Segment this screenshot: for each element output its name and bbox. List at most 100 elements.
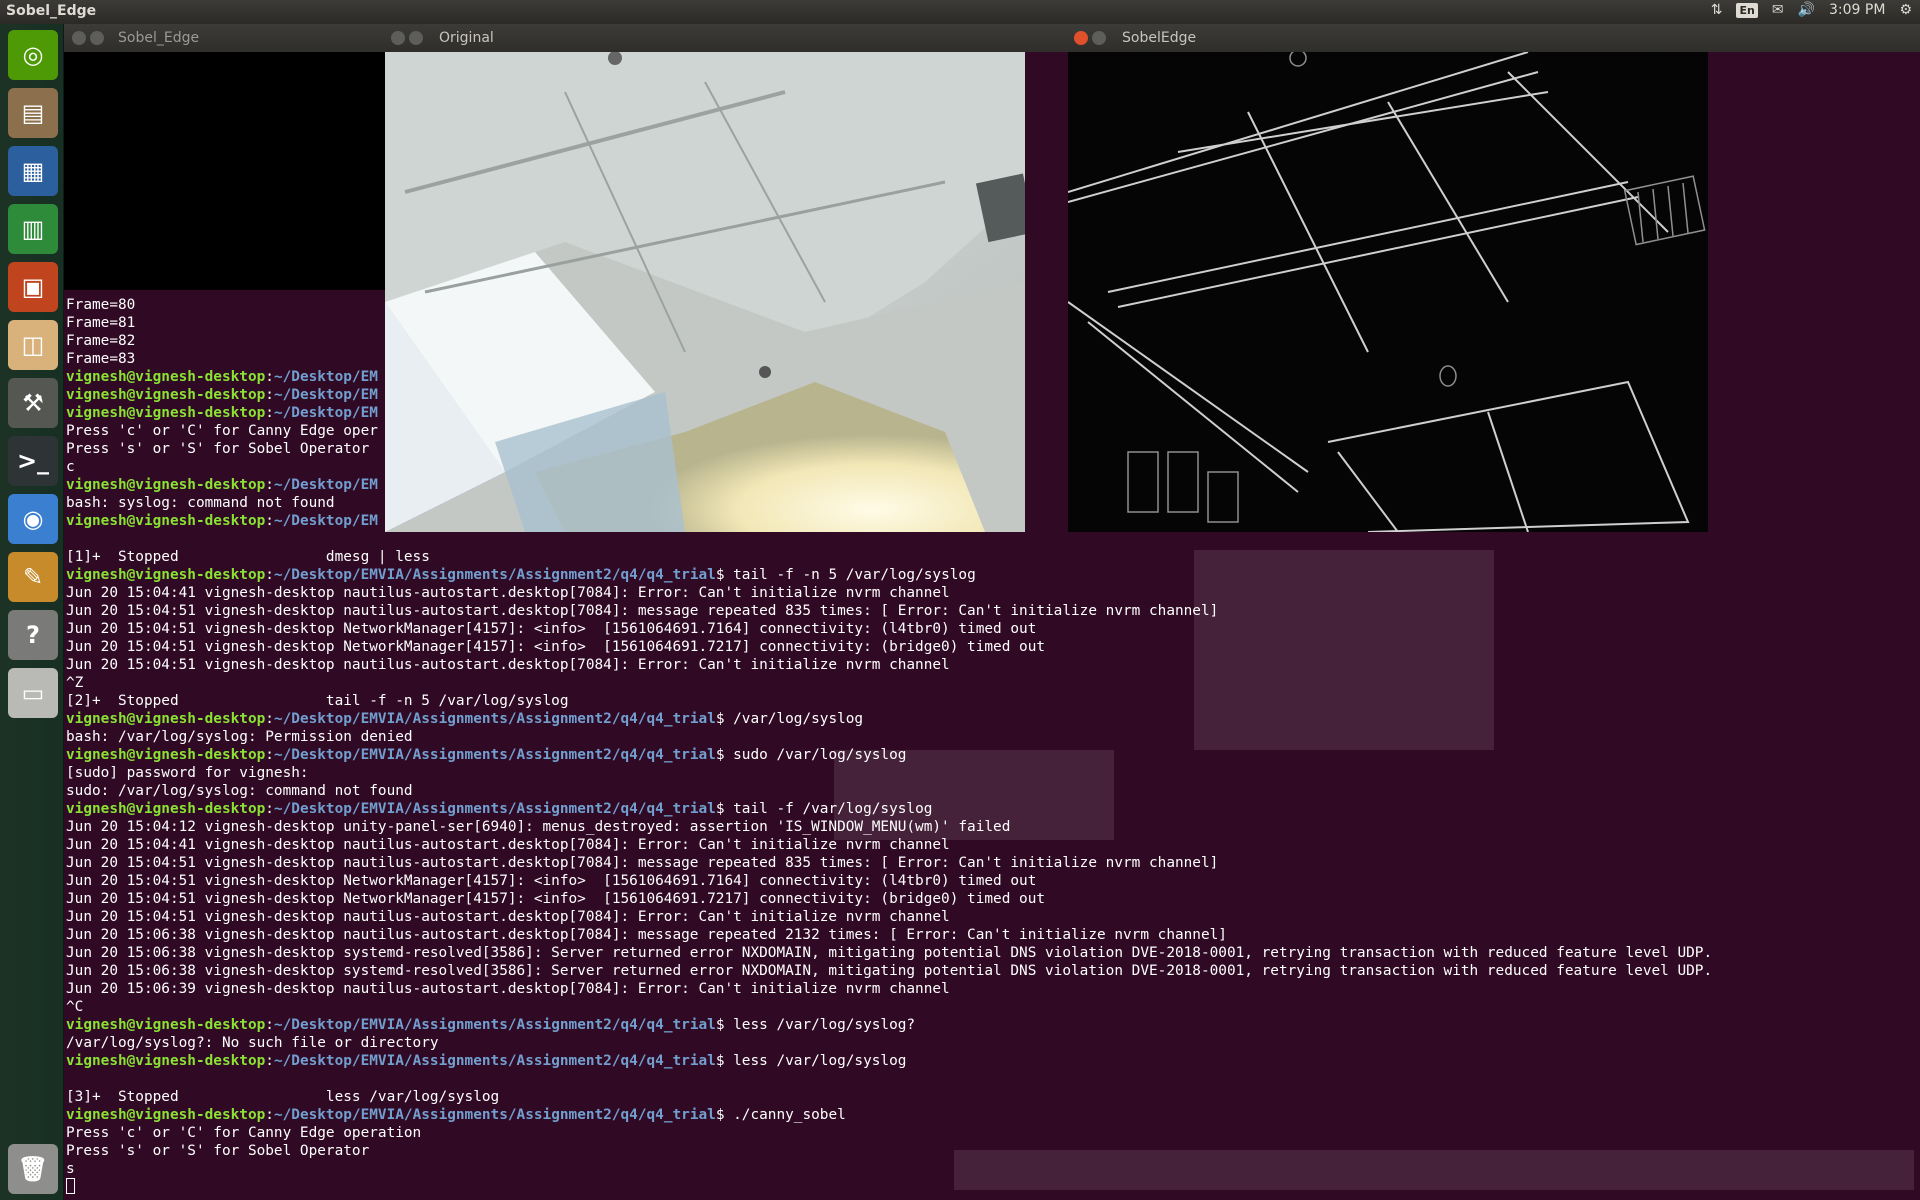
terminal-line-text: Jun 20 15:04:12 vignesh-desktop unity-pa… <box>66 819 1011 835</box>
terminal-line <box>66 1178 1712 1196</box>
close-icon[interactable] <box>1074 31 1088 45</box>
launcher-item-system-settings[interactable]: ⚒ <box>8 378 58 428</box>
terminal-line: bash: /var/log/syslog: Permission denied <box>66 728 1712 746</box>
terminal-line: Jun 20 15:06:38 vignesh-desktop systemd-… <box>66 962 1712 980</box>
terminal-line: sudo: /var/log/syslog: command not found <box>66 782 1712 800</box>
terminal-line: Jun 20 15:04:51 vignesh-desktop NetworkM… <box>66 620 1712 638</box>
launcher-item-terminal[interactable]: >_ <box>8 436 58 486</box>
terminal-line-text: Frame=82 <box>66 333 136 349</box>
clock[interactable]: 3:09 PM <box>1829 2 1885 18</box>
prompt-path: ~/Desktop/EMVIA/Assignments/Assignment2/… <box>273 711 716 727</box>
document-icon: ▦ <box>21 157 45 185</box>
terminal-line-text: Jun 20 15:04:51 vignesh-desktop NetworkM… <box>66 621 1037 637</box>
ubuntu-logo-icon: ◎ <box>22 41 44 69</box>
network-updown-icon[interactable]: ⇅ <box>1711 2 1723 18</box>
minimize-icon[interactable] <box>90 31 104 45</box>
launcher-item-help[interactable]: ? <box>8 610 58 660</box>
prompt-user: vignesh@vignesh-desktop <box>66 801 266 817</box>
launcher-item-ubuntu-dash[interactable]: ◎ <box>8 30 58 80</box>
terminal-line-text: bash: syslog: command not found <box>66 495 335 511</box>
close-icon[interactable] <box>391 31 405 45</box>
prompt-user: vignesh@vignesh-desktop <box>66 387 266 403</box>
terminal-line: ^Z <box>66 674 1712 692</box>
terminal-line-text: Jun 20 15:04:51 vignesh-desktop nautilus… <box>66 855 1219 871</box>
spreadsheet-icon: ▥ <box>21 215 45 243</box>
prompt-user: vignesh@vignesh-desktop <box>66 405 266 421</box>
terminal-line: vignesh@vignesh-desktop:~/Desktop/EMVIA/… <box>66 567 976 583</box>
original-window-titlebar[interactable]: Original <box>385 24 1025 52</box>
wrench-gear-icon: ⚒ <box>22 389 44 417</box>
file-cabinet-icon: ▤ <box>21 99 45 127</box>
terminal-line-text: [1]+ Stopped dmesg | less <box>66 549 430 565</box>
prompt-user: vignesh@vignesh-desktop <box>66 1107 266 1123</box>
terminal-line-text: Jun 20 15:06:38 vignesh-desktop systemd-… <box>66 963 1713 979</box>
prompt-path: ~/Desktop/EMVIA/Assignments/Assignment2/… <box>273 801 716 817</box>
terminal-line: Press 's' or 'S' for Sobel Operator <box>66 1142 1712 1160</box>
sobel-window-title: SobelEdge <box>1122 30 1197 46</box>
terminal-line: Jun 20 15:06:38 vignesh-desktop systemd-… <box>66 944 1712 962</box>
launcher-item-drive[interactable]: ▭ <box>8 668 58 718</box>
terminal-line-text: $ tail -f -n 5 /var/log/syslog <box>715 567 976 583</box>
drive-icon: ▭ <box>21 679 45 707</box>
terminal-line-text: ^Z <box>66 675 84 691</box>
launcher-item-files[interactable]: ▤ <box>8 88 58 138</box>
launcher-item-writer[interactable]: ▦ <box>8 146 58 196</box>
terminal-line-text: /var/log/syslog?: No such file or direct… <box>66 1035 439 1051</box>
question-icon: ? <box>26 621 40 649</box>
terminal-line-text: Press 's' or 'S' for Sobel Operator <box>66 441 370 457</box>
terminal-line-text: Jun 20 15:04:51 vignesh-desktop NetworkM… <box>66 891 1046 907</box>
volume-icon[interactable]: 🔊 <box>1798 2 1815 18</box>
terminal-line-text: Jun 20 15:06:38 vignesh-desktop nautilus… <box>66 927 1227 943</box>
terminal-line-text: $ sudo /var/log/syslog <box>715 747 907 763</box>
minimize-icon[interactable] <box>1092 31 1106 45</box>
terminal-line: Press 'c' or 'C' for Canny Edge operatio… <box>66 1124 1712 1142</box>
terminal-line-text: Press 's' or 'S' for Sobel Operator <box>66 1143 370 1159</box>
terminal-line: vignesh@vignesh-desktop:~/Desktop/EMVIA/… <box>66 1053 907 1069</box>
terminal-line-text: Frame=80 <box>66 297 136 313</box>
launcher-item-calc[interactable]: ▥ <box>8 204 58 254</box>
terminal-line-text: $ tail -f /var/log/syslog <box>715 801 933 817</box>
terminal-line: ^C <box>66 998 1712 1016</box>
close-icon[interactable] <box>72 31 86 45</box>
terminal-line: vignesh@vignesh-desktop:~/Desktop/EMVIA/… <box>66 711 864 727</box>
launcher-item-text-editor[interactable]: ✎ <box>8 552 58 602</box>
mail-icon[interactable]: ✉ <box>1772 2 1784 18</box>
sobel-window-titlebar[interactable]: SobelEdge <box>1068 24 1708 52</box>
terminal-line: vignesh@vignesh-desktop:~/Desktop/EMVIA/… <box>66 747 907 763</box>
minimize-icon[interactable] <box>409 31 423 45</box>
launcher-item-software-center[interactable]: ◫ <box>8 320 58 370</box>
terminal-line: [sudo] password for vignesh: <box>66 764 1712 782</box>
gear-icon[interactable]: ⚙ <box>1899 2 1912 18</box>
terminal-line: Jun 20 15:06:39 vignesh-desktop nautilus… <box>66 980 1712 998</box>
shopping-bag-icon: ◫ <box>21 331 45 359</box>
sobel-edge-window[interactable]: SobelEdge <box>1068 24 1708 532</box>
terminal-line-text: Jun 20 15:04:41 vignesh-desktop nautilus… <box>66 837 950 853</box>
keyboard-language-indicator[interactable]: En <box>1736 2 1758 18</box>
terminal-line-text: Frame=81 <box>66 315 136 331</box>
prompt-path: ~/Desktop/EM <box>273 513 378 529</box>
terminal-line-text: bash: /var/log/syslog: Permission denied <box>66 729 413 745</box>
prompt-path: ~/Desktop/EM <box>273 405 378 421</box>
launcher-item-chromium[interactable]: ◉ <box>8 494 58 544</box>
terminal-line: Jun 20 15:04:51 vignesh-desktop NetworkM… <box>66 890 1712 908</box>
launcher-item-trash[interactable]: 🗑 <box>8 1144 58 1194</box>
terminal-line: Jun 20 15:04:51 vignesh-desktop nautilus… <box>66 854 1712 872</box>
prompt-path: ~/Desktop/EM <box>273 387 378 403</box>
terminal-line: vignesh@vignesh-desktop:~/Desktop/EMVIA/… <box>66 1107 846 1123</box>
terminal-line: Jun 20 15:04:51 vignesh-desktop NetworkM… <box>66 638 1712 656</box>
original-window[interactable]: Original <box>385 24 1025 532</box>
indicator-area: ⇅ En ✉ 🔊 3:09 PM ⚙ <box>1711 2 1912 18</box>
terminal-line-text: Jun 20 15:04:51 vignesh-desktop NetworkM… <box>66 873 1037 889</box>
prompt-path: ~/Desktop/EM <box>273 477 378 493</box>
original-window-title: Original <box>439 30 494 46</box>
launcher-item-impress[interactable]: ▣ <box>8 262 58 312</box>
prompt-path: ~/Desktop/EM <box>273 369 378 385</box>
terminal-line: s <box>66 1160 1712 1178</box>
terminal-line: Jun 20 15:04:51 vignesh-desktop nautilus… <box>66 908 1712 926</box>
launcher: ◎ ▤ ▦ ▥ ▣ ◫ ⚒ >_ ◉ ✎? ▭ 🗑 <box>0 24 64 1200</box>
terminal-line-text: ^C <box>66 999 84 1015</box>
terminal-line: [2]+ Stopped tail -f -n 5 /var/log/syslo… <box>66 692 1712 710</box>
terminal-line: Jun 20 15:06:38 vignesh-desktop nautilus… <box>66 926 1712 944</box>
terminal-line: vignesh@vignesh-desktop:~/Desktop/EMVIA/… <box>66 1017 916 1033</box>
